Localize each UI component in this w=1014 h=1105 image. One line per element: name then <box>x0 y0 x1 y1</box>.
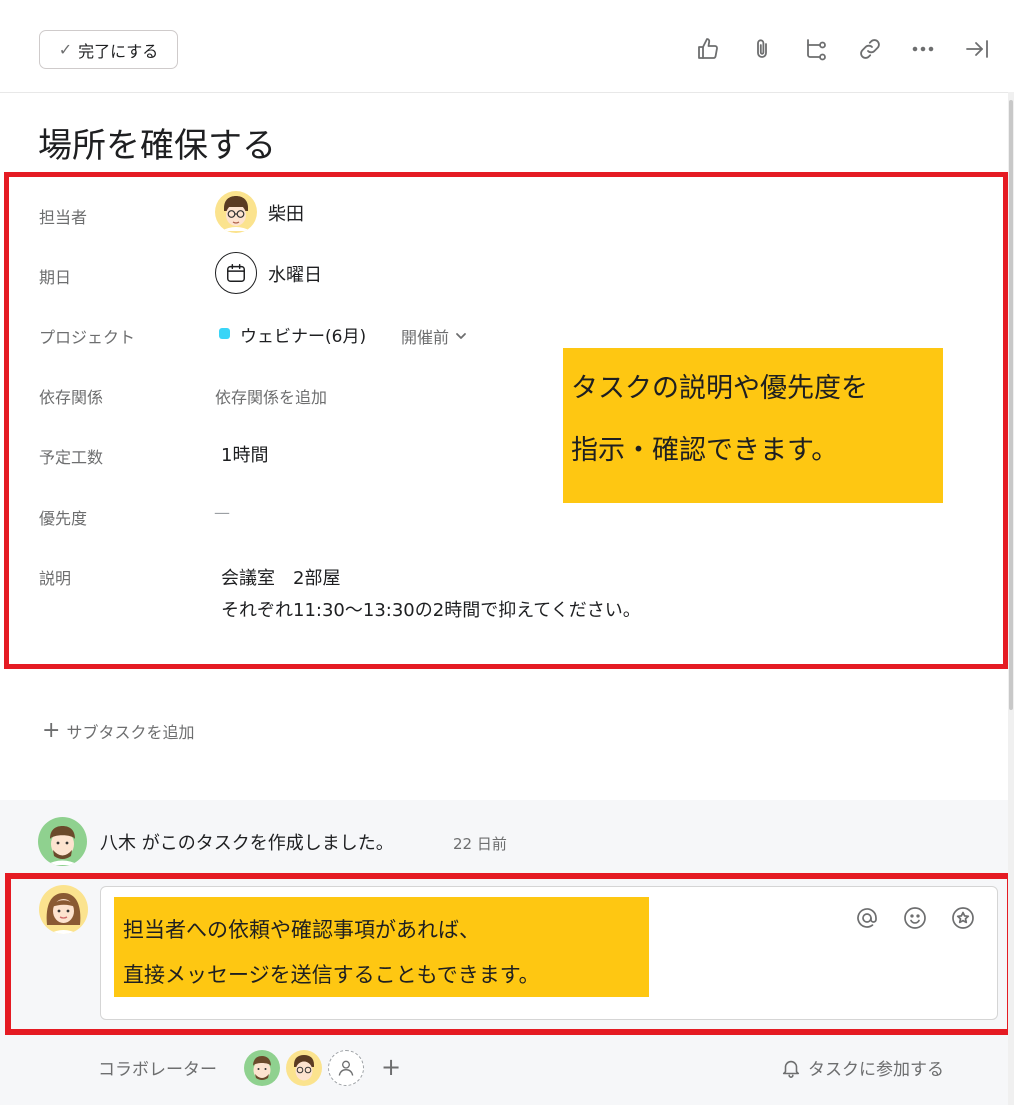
assignee-avatar[interactable] <box>215 191 257 233</box>
activity-author[interactable]: 八木 <box>100 833 136 854</box>
description-line-2[interactable]: それぞれ11:30～13:30の2時間で抑えてください。 <box>221 596 641 622</box>
current-user-avatar <box>39 885 88 934</box>
activity-timestamp: 22 日前 <box>453 835 507 853</box>
collaborators-label: コラボレーター <box>98 1060 217 1080</box>
add-collaborator-placeholder[interactable] <box>328 1050 364 1086</box>
join-task-button[interactable]: タスクに参加する <box>780 1055 944 1080</box>
assignee-label: 担当者 <box>39 208 88 227</box>
project-section-dropdown[interactable]: 開催前 <box>401 324 467 348</box>
estimate-value[interactable]: 1時間 <box>221 441 268 467</box>
link-icon[interactable] <box>857 36 883 62</box>
description-label: 説明 <box>39 569 72 588</box>
priority-value[interactable]: — <box>214 503 230 522</box>
callout-comment-line-1: 担当者への依頼や確認事項があれば、 <box>123 918 480 942</box>
callout-line-1: タスクの説明や優先度を <box>571 373 868 404</box>
check-icon: ✓ <box>58 40 73 59</box>
bell-icon <box>782 1060 800 1078</box>
estimate-label: 予定工数 <box>39 448 104 467</box>
project-section-label: 開催前 <box>401 328 450 347</box>
callout-comment-explanation: 担当者への依頼や確認事項があれば、 直接メッセージを送信することもできます。 <box>114 897 649 997</box>
scrollbar-thumb[interactable] <box>1009 100 1013 710</box>
person-icon <box>338 1060 354 1076</box>
add-subtask-button[interactable]: + サブタスクを追加 <box>42 719 194 743</box>
join-task-label: タスクに参加する <box>808 1060 944 1080</box>
due-date-value[interactable]: 水曜日 <box>268 261 322 287</box>
callout-fields-explanation: タスクの説明や優先度を 指示・確認できます。 <box>563 348 943 503</box>
due-date-label: 期日 <box>39 268 72 287</box>
callout-line-2: 指示・確認できます。 <box>571 435 839 466</box>
activity-text: がこのタスクを作成しました。 <box>136 833 394 854</box>
dependencies-label: 依存関係 <box>39 388 104 407</box>
plus-icon: + <box>42 718 61 743</box>
assignee-value[interactable]: 柴田 <box>268 200 304 226</box>
description-line-1[interactable]: 会議室 2部屋 <box>221 564 340 590</box>
collaborator-avatar[interactable] <box>244 1050 280 1086</box>
chevron-down-icon <box>456 333 466 339</box>
task-title[interactable]: 場所を確保する <box>38 118 276 167</box>
project-label: プロジェクト <box>39 328 136 347</box>
project-name[interactable]: ウェビナー(6月) <box>240 322 366 347</box>
creator-avatar[interactable] <box>38 817 87 866</box>
appreciation-icon[interactable] <box>951 906 975 934</box>
add-collaborator-button[interactable]: + <box>381 1053 401 1081</box>
thumbs-up-icon[interactable] <box>695 36 721 62</box>
project-color-dot <box>219 328 230 339</box>
add-dependency-link[interactable]: 依存関係を追加 <box>215 384 327 408</box>
mark-complete-button[interactable]: ✓ 完了にする <box>39 30 178 69</box>
close-pane-icon[interactable] <box>964 36 990 62</box>
subtask-icon[interactable] <box>803 36 829 62</box>
calendar-icon[interactable] <box>215 252 257 294</box>
priority-label: 優先度 <box>39 509 88 528</box>
mark-complete-label: 完了にする <box>78 41 159 61</box>
mention-icon[interactable] <box>855 906 879 934</box>
callout-comment-line-2: 直接メッセージを送信することもできます。 <box>123 963 540 987</box>
activity-story: 八木 がこのタスクを作成しました。 <box>100 829 394 855</box>
add-subtask-label: サブタスクを追加 <box>66 723 195 742</box>
paperclip-icon[interactable] <box>749 36 775 62</box>
collaborator-avatar[interactable] <box>286 1050 322 1086</box>
emoji-icon[interactable] <box>903 906 927 934</box>
more-icon[interactable] <box>910 36 936 62</box>
